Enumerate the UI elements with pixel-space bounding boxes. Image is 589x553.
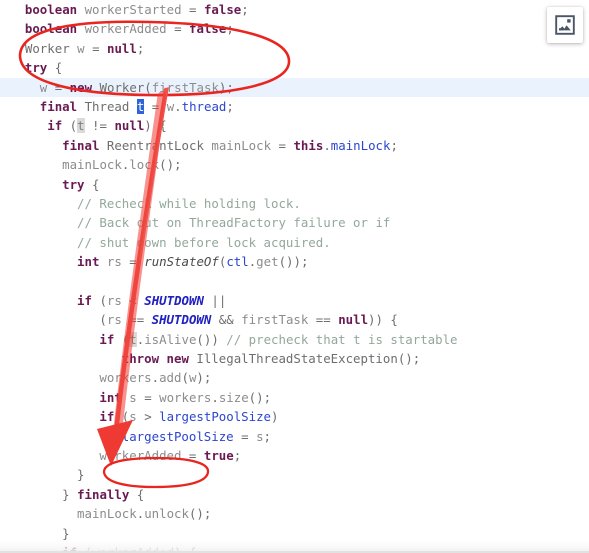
- code-line[interactable]: workers.add(w);: [0, 368, 589, 387]
- code-line[interactable]: largestPoolSize = s;: [0, 427, 589, 446]
- code-line-text: if (t != null) {: [47, 118, 167, 134]
- code-line-text: if (rs < SHUTDOWN ||: [77, 292, 227, 308]
- code-line-text: }: [77, 467, 85, 483]
- code-line-text: largestPoolSize = s;: [121, 428, 271, 444]
- code-line[interactable]: if (rs < SHUTDOWN ||: [0, 291, 589, 310]
- code-line-text: mainLock.lock();: [62, 157, 182, 173]
- code-line-text: Worker w = null;: [24, 40, 145, 56]
- code-line-text: final ReentrantLock mainLock = this.main…: [62, 137, 398, 153]
- code-line[interactable]: try {: [0, 175, 589, 194]
- code-line-text: try {: [24, 60, 63, 76]
- code-line[interactable]: final Thread t = w.thread;: [0, 97, 589, 116]
- code-line-text: } finally {: [62, 486, 145, 502]
- code-line[interactable]: boolean workerAdded = false;: [0, 19, 589, 38]
- code-line-text: if (t.isAlive()) // precheck that t is s…: [99, 331, 458, 347]
- code-line[interactable]: workerAdded = true;: [0, 446, 589, 465]
- code-line[interactable]: int rs = runStateOf(ctl.get());: [0, 252, 589, 271]
- code-line-text: boolean workerStarted = false;: [24, 2, 249, 17]
- code-line[interactable]: (rs == SHUTDOWN && firstTask == null)) {: [0, 310, 589, 329]
- code-line[interactable]: [0, 271, 589, 290]
- code-line-text: // Back out on ThreadFactory failure or …: [77, 215, 391, 231]
- code-line[interactable]: // shut down before lock acquired.: [0, 233, 589, 252]
- code-line-text: w = new Worker(firstTask);: [39, 79, 234, 95]
- code-line[interactable]: mainLock.lock();: [0, 155, 589, 174]
- code-line-text: (rs == SHUTDOWN && firstTask == null)) {: [99, 312, 398, 328]
- code-line[interactable]: boolean workerStarted = false;: [0, 0, 589, 19]
- code-line[interactable]: try {: [0, 58, 589, 77]
- code-line-text: mainLock.unlock();: [77, 506, 212, 522]
- code-editor[interactable]: boolean workerStarted = false; boolean wo…: [0, 0, 589, 553]
- code-line-text: // shut down before lock acquired.: [77, 234, 331, 250]
- code-line-text: }: [62, 525, 70, 541]
- code-line-text: int rs = runStateOf(ctl.get());: [77, 254, 309, 270]
- code-line-text: try {: [62, 176, 100, 192]
- code-line-text: // Recheck while holding lock.: [77, 195, 301, 211]
- code-line[interactable]: final ReentrantLock mainLock = this.main…: [0, 136, 589, 155]
- code-line[interactable]: if (t.isAlive()) // precheck that t is s…: [0, 330, 589, 349]
- code-line-text: workers.add(w);: [99, 370, 212, 386]
- image-placeholder-badge[interactable]: [547, 7, 583, 43]
- code-line[interactable]: Worker w = null;: [0, 39, 589, 58]
- code-line-text: int s = workers.size();: [99, 389, 272, 405]
- code-line-text: throw new IllegalThreadStateException();: [121, 351, 421, 367]
- code-line[interactable]: w = new Worker(firstTask);: [0, 77, 589, 97]
- code-line-text: if (s > largestPoolSize): [99, 409, 279, 425]
- code-line-text: workerAdded = true;: [99, 447, 242, 463]
- code-line[interactable]: throw new IllegalThreadStateException();: [0, 349, 589, 368]
- code-line[interactable]: mainLock.unlock();: [0, 504, 589, 523]
- screenshot-root: boolean workerStarted = false; boolean wo…: [0, 0, 589, 553]
- code-line[interactable]: if (t != null) {: [0, 116, 589, 135]
- code-line[interactable]: // Recheck while holding lock.: [0, 194, 589, 213]
- code-line[interactable]: // Back out on ThreadFactory failure or …: [0, 213, 589, 232]
- code-line-text: boolean workerAdded = false;: [24, 21, 234, 37]
- code-line-text: final Thread t = w.thread;: [39, 98, 234, 114]
- code-line[interactable]: if (s > largestPoolSize): [0, 407, 589, 426]
- image-placeholder-icon: [555, 15, 575, 35]
- code-line[interactable]: int s = workers.size();: [0, 388, 589, 407]
- code-line[interactable]: } finally {: [0, 485, 589, 504]
- code-line[interactable]: }: [0, 465, 589, 484]
